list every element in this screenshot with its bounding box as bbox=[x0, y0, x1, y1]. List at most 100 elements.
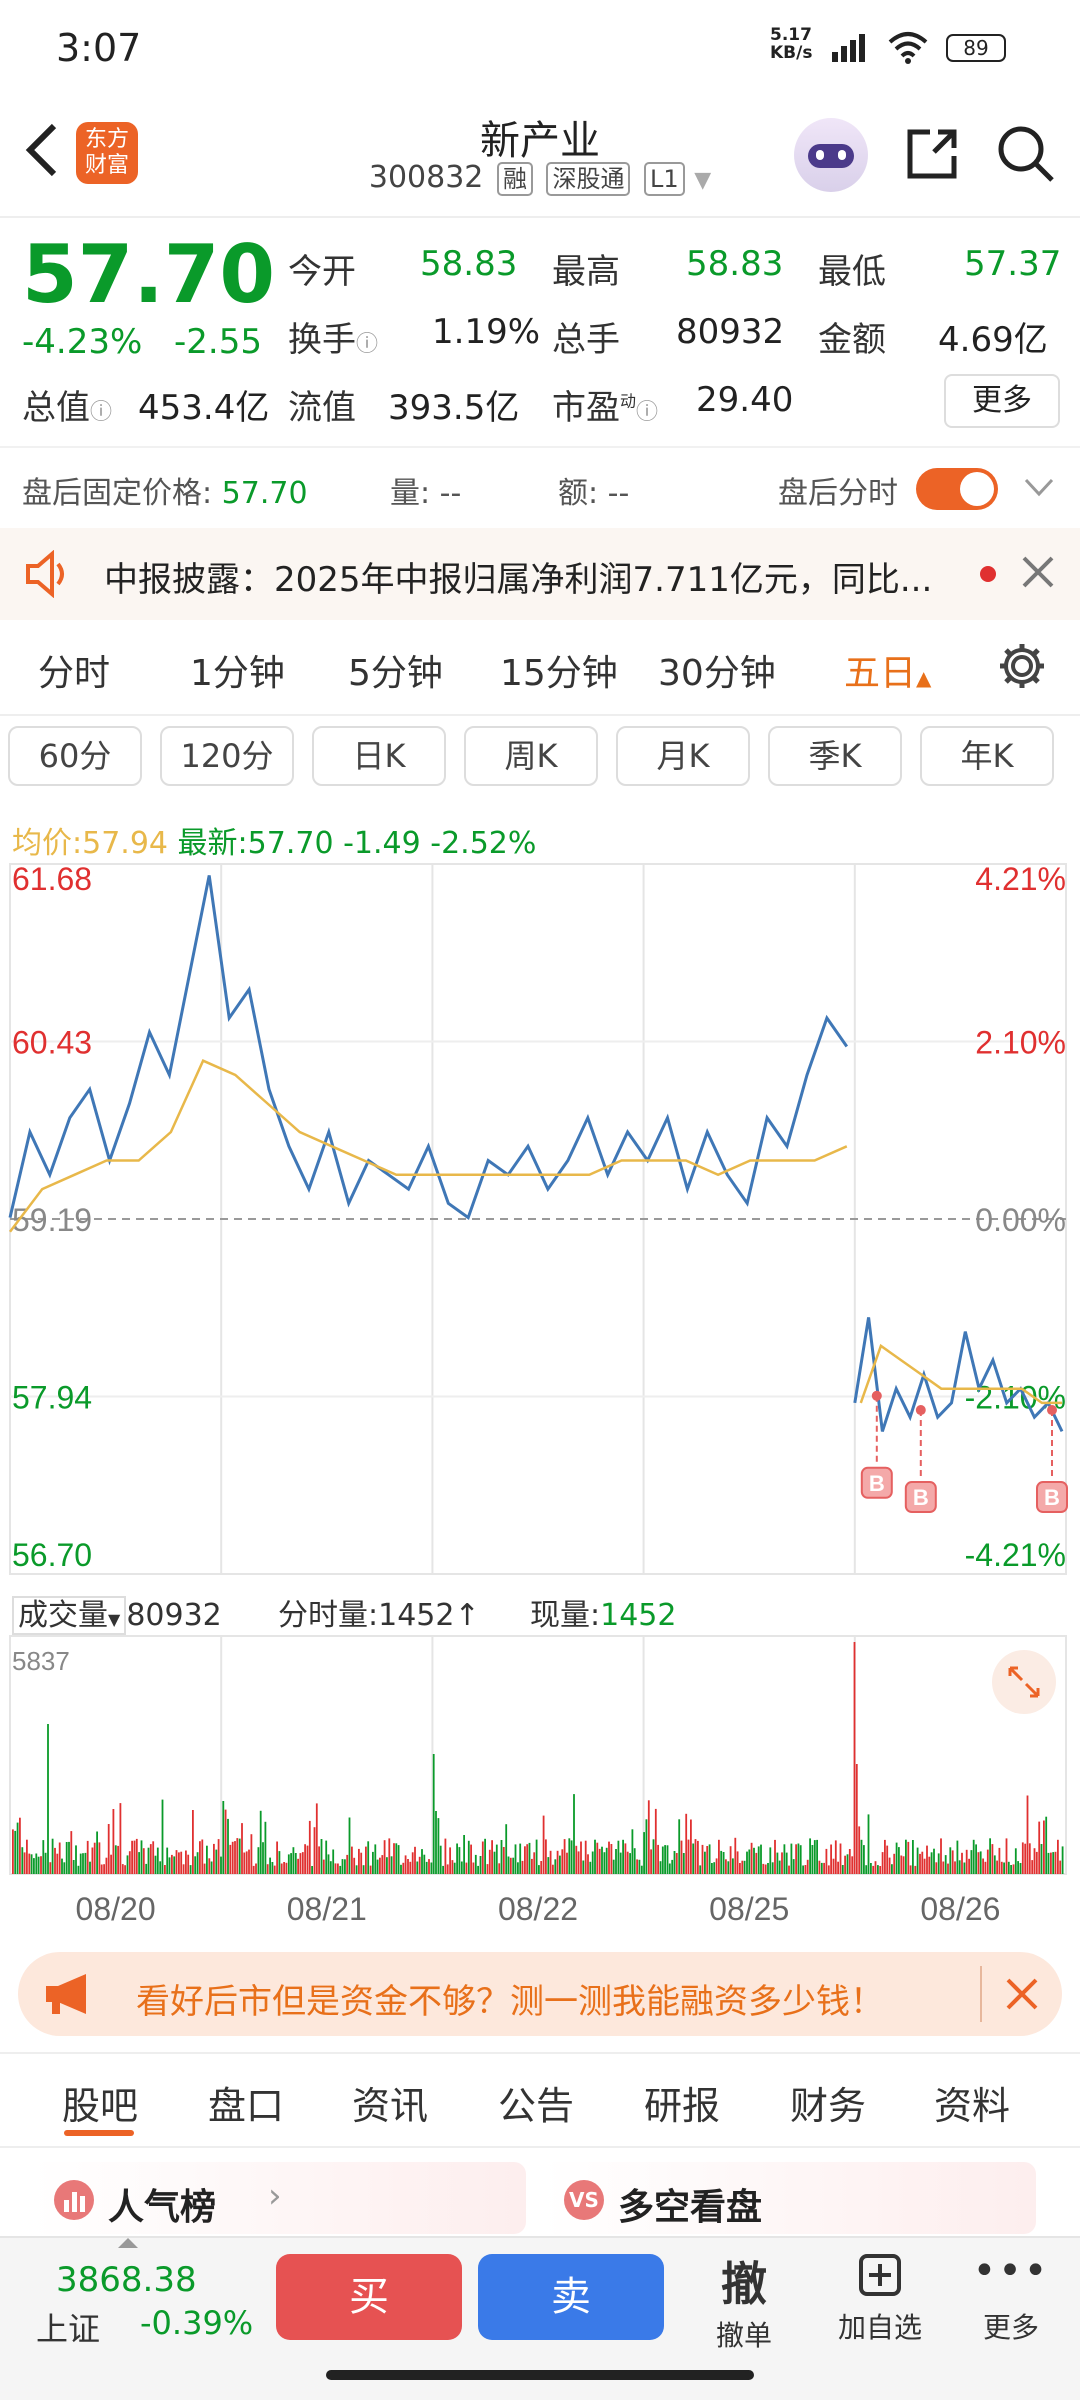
volume-bar bbox=[631, 1829, 634, 1874]
volume-bar bbox=[750, 1842, 753, 1874]
volume-bar bbox=[322, 1859, 325, 1874]
more-menu-button[interactable]: ••• 更多 bbox=[966, 2251, 1056, 2346]
chip-120min[interactable]: 120分 bbox=[160, 726, 294, 786]
volume-bar bbox=[1038, 1821, 1041, 1874]
volume-bar bbox=[851, 1856, 854, 1874]
volume-bar bbox=[650, 1849, 652, 1874]
volume-bar bbox=[685, 1813, 688, 1874]
chip-60min[interactable]: 60分 bbox=[8, 726, 142, 786]
tab-announcements[interactable]: 公告 bbox=[498, 2075, 574, 2130]
info-icon[interactable]: ⓘ bbox=[90, 400, 112, 425]
volume-bar bbox=[767, 1863, 769, 1874]
tab-5min[interactable]: 5分钟 bbox=[348, 644, 443, 696]
info-icon[interactable]: ⓘ bbox=[356, 332, 378, 357]
tab-profile[interactable]: 资料 bbox=[934, 2075, 1010, 2130]
megaphone-icon bbox=[42, 1970, 94, 2022]
volume-bar bbox=[898, 1847, 900, 1874]
close-icon[interactable] bbox=[1018, 552, 1058, 596]
share-icon[interactable] bbox=[904, 126, 960, 186]
volume-bar bbox=[998, 1847, 1001, 1874]
volume-bar bbox=[397, 1845, 400, 1874]
tab-30min[interactable]: 30分钟 bbox=[658, 644, 776, 696]
volume-bar bbox=[435, 1811, 437, 1874]
open-value: 58.83 bbox=[420, 244, 518, 284]
cancel-order-button[interactable]: 撤 撤单 bbox=[700, 2248, 788, 2354]
volume-bar bbox=[827, 1865, 830, 1874]
volume-bar bbox=[248, 1849, 250, 1874]
chip-year[interactable]: 年K bbox=[920, 726, 1054, 786]
volume-bar bbox=[199, 1841, 201, 1874]
add-watchlist-button[interactable]: 加自选 bbox=[828, 2252, 932, 2346]
volume-bar bbox=[325, 1840, 328, 1874]
more-button[interactable]: 更多 bbox=[944, 374, 1060, 428]
info-icon[interactable]: ⓘ bbox=[636, 400, 658, 425]
buy-button[interactable]: 买 bbox=[276, 2254, 462, 2340]
volume-bar bbox=[414, 1846, 416, 1874]
tab-forum[interactable]: 股吧 bbox=[62, 2075, 138, 2130]
tab-finance[interactable]: 财务 bbox=[790, 2075, 866, 2130]
volume-bar bbox=[799, 1845, 802, 1874]
tab-research[interactable]: 研报 bbox=[644, 2075, 720, 2130]
volume-bar bbox=[105, 1857, 108, 1874]
volume-bar bbox=[444, 1838, 447, 1874]
volume-bar bbox=[624, 1843, 627, 1874]
volume-chart[interactable]: 5837 08/20 08/21 08/22 08/25 08/26 bbox=[0, 1634, 1080, 1924]
chevron-down-icon[interactable] bbox=[1022, 472, 1056, 506]
volume-bar bbox=[687, 1839, 690, 1874]
volume-bar bbox=[418, 1856, 421, 1874]
popularity-card[interactable]: 人气榜 › bbox=[32, 2162, 526, 2234]
close-icon[interactable] bbox=[1002, 1974, 1042, 2018]
volume-bar bbox=[196, 1852, 199, 1874]
volume-bar bbox=[1000, 1861, 1003, 1874]
assistant-avatar-icon[interactable] bbox=[794, 118, 868, 192]
volume-bar bbox=[1057, 1839, 1059, 1874]
volume-bar bbox=[776, 1852, 779, 1874]
volume-bar bbox=[30, 1854, 33, 1874]
chip-week[interactable]: 周K bbox=[464, 726, 598, 786]
volume-bar bbox=[664, 1845, 666, 1874]
promo-banner[interactable]: 看好后市但是资金不够？测一测我能融资多少钱！ bbox=[18, 1952, 1062, 2036]
volume-bar bbox=[201, 1839, 204, 1874]
volume-bar bbox=[965, 1849, 968, 1874]
bull-bear-card[interactable]: VS 多空看盘 bbox=[542, 2162, 1036, 2234]
tab-news[interactable]: 资讯 bbox=[352, 2075, 428, 2130]
expand-icon[interactable] bbox=[992, 1650, 1056, 1714]
sell-button[interactable]: 卖 bbox=[478, 2254, 664, 2340]
chip-month[interactable]: 月K bbox=[616, 726, 750, 786]
volume-bar bbox=[269, 1857, 271, 1874]
tab-intraday[interactable]: 分时 bbox=[38, 644, 110, 696]
volume-bar bbox=[991, 1844, 994, 1874]
search-icon[interactable] bbox=[996, 124, 1056, 188]
volume-dropdown[interactable]: 成交量▼ bbox=[12, 1596, 127, 1635]
volume-bar bbox=[881, 1852, 884, 1874]
index-expand-icon[interactable] bbox=[118, 2238, 138, 2248]
promo-text[interactable]: 看好后市但是资金不够？测一测我能融资多少钱！ bbox=[136, 1974, 884, 2023]
volume-bar bbox=[474, 1854, 477, 1874]
volume-bar bbox=[732, 1858, 734, 1874]
volume-bar bbox=[379, 1857, 381, 1874]
price-chart[interactable]: 61.68 60.43 59.19 57.94 56.70 4.21% 2.10% 0.00%… bbox=[0, 860, 1080, 1580]
volume-bar bbox=[250, 1834, 253, 1874]
tab-5day[interactable]: 五日▲ bbox=[844, 644, 931, 696]
tab-1min[interactable]: 1分钟 bbox=[190, 644, 285, 696]
volume-bar bbox=[259, 1810, 262, 1874]
volume-bar bbox=[542, 1815, 545, 1874]
volume-bar bbox=[762, 1863, 765, 1874]
volume-bar bbox=[49, 1862, 52, 1874]
volume-bar bbox=[982, 1858, 984, 1874]
tab-15min[interactable]: 15分钟 bbox=[500, 644, 618, 696]
after-hours-toggle[interactable] bbox=[916, 468, 998, 510]
volume-bar bbox=[313, 1827, 316, 1874]
chip-quarter[interactable]: 季K bbox=[768, 726, 902, 786]
volume-bar bbox=[1028, 1843, 1031, 1874]
chip-day[interactable]: 日K bbox=[312, 726, 446, 786]
tab-orderbook[interactable]: 盘口 bbox=[208, 2075, 284, 2130]
settings-gear-icon[interactable] bbox=[996, 640, 1048, 696]
volume-bar bbox=[937, 1853, 940, 1874]
index-value[interactable]: 3868.38 bbox=[56, 2260, 197, 2300]
volume-bar bbox=[844, 1855, 846, 1874]
volume-bar bbox=[367, 1841, 370, 1874]
notice-text[interactable]: 中报披露：2025年中报归属净利润7.711亿元，同比... bbox=[104, 552, 934, 601]
notice-bar[interactable]: 中报披露：2025年中报归属净利润7.711亿元，同比... bbox=[0, 528, 1080, 620]
turnover-value: 1.19% bbox=[432, 312, 541, 352]
